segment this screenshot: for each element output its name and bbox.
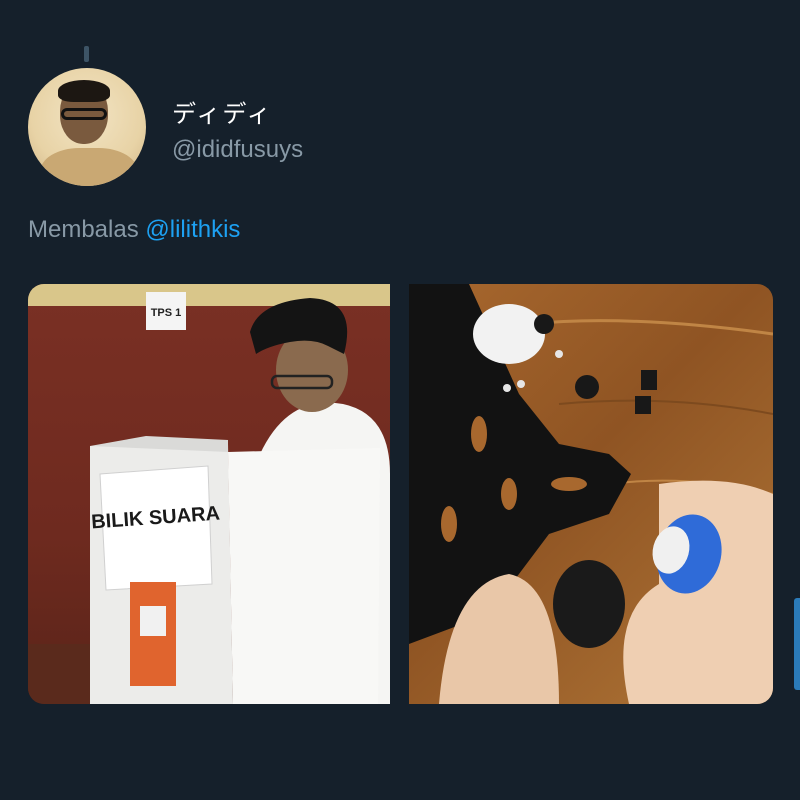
wall-trim	[28, 284, 390, 306]
avatar-glasses	[61, 108, 107, 120]
washer	[517, 380, 525, 388]
wood-grain	[528, 319, 773, 336]
thread-connector-line	[84, 46, 89, 62]
washer	[555, 350, 563, 358]
right-hand	[623, 480, 773, 704]
user-handle[interactable]: @ididfusuys	[172, 136, 303, 164]
chassis-hole	[501, 478, 517, 510]
small-bracket-part	[641, 370, 657, 390]
media-image-mini4wd-parts[interactable]	[409, 284, 773, 704]
chassis-hole	[441, 506, 457, 542]
avatar-shirt	[40, 148, 138, 186]
reply-prefix: Membalas	[28, 216, 139, 243]
kpu-logo	[140, 606, 166, 636]
reply-mention-link[interactable]: @lilithkis	[145, 216, 240, 243]
small-wheel-part	[534, 314, 554, 334]
black-wheel	[553, 560, 625, 648]
reply-context: Membalas @lilithkis	[28, 216, 240, 244]
small-bracket-part	[635, 396, 651, 414]
media-image-voting-booth[interactable]: TPS 1 BILIK SUARA	[28, 284, 390, 704]
wood-grain	[558, 399, 773, 415]
washer	[503, 384, 511, 392]
display-name[interactable]: ディディ	[172, 94, 273, 129]
white-roller	[473, 304, 545, 364]
avatar[interactable]	[28, 68, 146, 186]
chassis-hole	[471, 416, 487, 452]
booth-right-panel	[228, 448, 380, 704]
mini4wd-illustration	[409, 284, 773, 704]
scrollbar-thumb[interactable]	[794, 598, 800, 690]
voting-booth-illustration: TPS 1 BILIK SUARA	[28, 284, 390, 704]
avatar-hair	[58, 80, 110, 102]
small-wheel-part	[575, 375, 599, 399]
tps-sign-text: TPS 1	[151, 307, 182, 319]
chassis-hole	[551, 477, 587, 491]
